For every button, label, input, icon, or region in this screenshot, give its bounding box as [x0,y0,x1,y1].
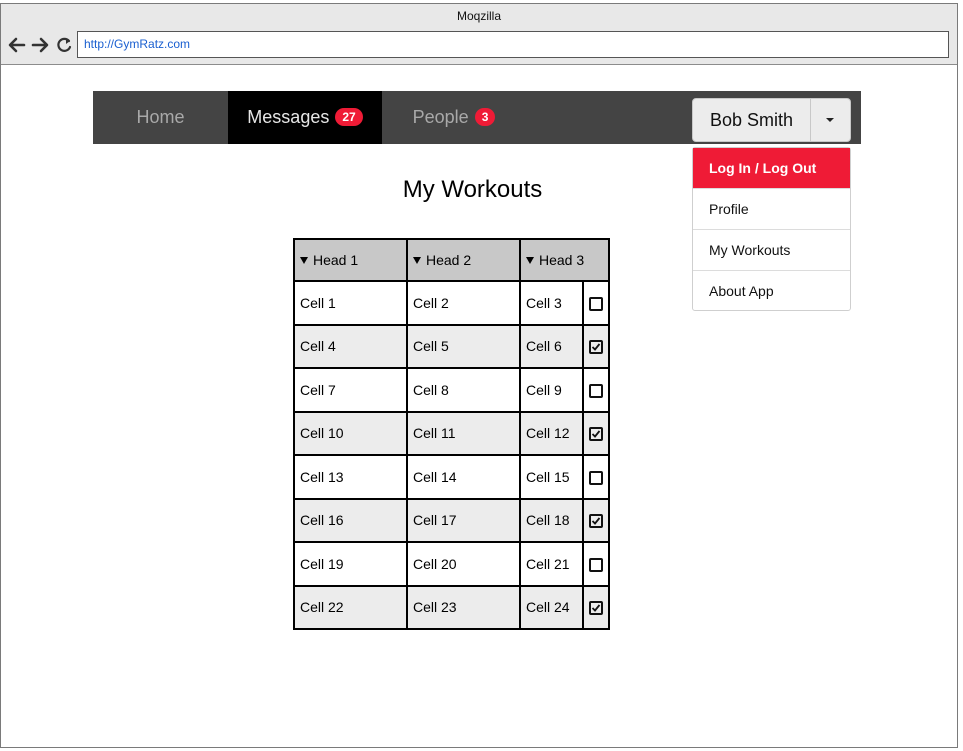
table-row: Cell 16 Cell 17 Cell 18 [293,497,611,543]
user-menu-toggle[interactable] [811,99,850,141]
workouts-table: Head 1 Head 2 Head 3 Cell 1 Cell 2 Cell 3C… [293,238,611,630]
column-header-label: Head 1 [313,252,359,268]
people-count-badge: 3 [474,108,496,126]
table-checkbox-cell [581,584,611,630]
menu-item-about-app[interactable]: About App [693,271,850,312]
table-cell: Cell 11 [406,410,521,456]
sort-down-icon [526,257,534,264]
nav-tab-home[interactable]: Home [93,91,228,144]
table-cell: Cell 9 [519,367,584,413]
column-header-3[interactable]: Head 3 [519,238,610,282]
table-cell: Cell 7 [293,367,408,413]
browser-toolbar: http://GymRatz.com [1,28,957,65]
table-cell: Cell 10 [293,410,408,456]
table-cell: Cell 20 [406,541,521,587]
window-titlebar: Moqzilla [1,4,957,28]
nav-tab-people[interactable]: People 3 [382,91,526,144]
back-arrow-icon[interactable] [7,32,27,58]
checkbox-unchecked[interactable] [588,470,603,485]
table-checkbox-cell [581,367,611,413]
table-cell: Cell 8 [406,367,521,413]
table-cell: Cell 22 [293,584,408,630]
messages-count-badge: 27 [335,108,363,126]
table-checkbox-cell [581,280,611,326]
checkbox-checked[interactable] [588,514,603,529]
table-checkbox-cell [581,323,611,369]
table-cell: Cell 24 [519,584,584,630]
table-row: Cell 4 Cell 5 Cell 6 [293,323,611,369]
checkmark-icon [591,517,601,526]
column-header-2[interactable]: Head 2 [406,238,521,282]
nav-tab-messages[interactable]: Messages 27 [228,91,382,144]
checkmark-icon [591,343,601,352]
nav-tab-home-label: Home [136,107,185,127]
forward-arrow-icon[interactable] [30,32,50,58]
url-text: http://GymRatz.com [84,37,191,51]
table-checkbox-cell [581,454,611,500]
table-cell: Cell 2 [406,280,521,326]
user-name-button[interactable]: Bob Smith [693,99,811,141]
table-body: Cell 1 Cell 2 Cell 3 Cell 4 Cell 5 Cell 6 Cell… [293,280,611,630]
column-header-1[interactable]: Head 1 [293,238,408,282]
table-cell: Cell 15 [519,454,584,500]
checkbox-unchecked[interactable] [588,296,603,311]
checkbox-unchecked[interactable] [588,557,603,572]
nav-tab-messages-label: Messages [247,107,330,127]
sort-down-icon [300,257,308,264]
table-cell: Cell 6 [519,323,584,369]
checkmark-icon [591,430,601,439]
table-row: Cell 1 Cell 2 Cell 3 [293,280,611,326]
table-cell: Cell 12 [519,410,584,456]
table-checkbox-cell [581,497,611,543]
page-title: My Workouts [402,176,543,203]
table-cell: Cell 1 [293,280,408,326]
table-checkbox-cell [581,410,611,456]
table-cell: Cell 4 [293,323,408,369]
table-header-row: Head 1 Head 2 Head 3 [293,238,610,282]
column-header-label: Head 3 [539,252,585,268]
table-cell: Cell 17 [406,497,521,543]
checkbox-checked[interactable] [588,340,603,355]
table-row: Cell 7 Cell 8 Cell 9 [293,367,611,413]
table-checkbox-cell [581,541,611,587]
table-cell: Cell 18 [519,497,584,543]
user-menu-button-group: Bob Smith [692,98,851,142]
menu-item-my-workouts[interactable]: My Workouts [693,230,850,271]
checkmark-icon [591,604,601,613]
caret-down-icon [826,118,834,122]
reload-icon[interactable] [54,32,74,58]
column-header-label: Head 2 [426,252,472,268]
table-cell: Cell 19 [293,541,408,587]
table-cell: Cell 21 [519,541,584,587]
table-row: Cell 22 Cell 23 Cell 24 [293,584,611,630]
checkbox-checked[interactable] [588,427,603,442]
table-row: Cell 10 Cell 11 Cell 12 [293,410,611,456]
table-row: Cell 13 Cell 14 Cell 15 [293,454,611,500]
table-row: Cell 19 Cell 20 Cell 21 [293,541,611,587]
sort-down-icon [413,257,421,264]
table-cell: Cell 3 [519,280,584,326]
table-cell: Cell 16 [293,497,408,543]
table-cell: Cell 13 [293,454,408,500]
checkbox-unchecked[interactable] [588,383,603,398]
user-dropdown-menu: Log In / Log Out Profile My Workouts Abo… [692,147,851,311]
url-input[interactable]: http://GymRatz.com [77,31,949,58]
table-cell: Cell 14 [406,454,521,500]
checkbox-checked[interactable] [588,601,603,616]
table-cell: Cell 5 [406,323,521,369]
window-title: Moqzilla [456,9,501,23]
table-cell: Cell 23 [406,584,521,630]
nav-tab-people-label: People [412,107,469,127]
